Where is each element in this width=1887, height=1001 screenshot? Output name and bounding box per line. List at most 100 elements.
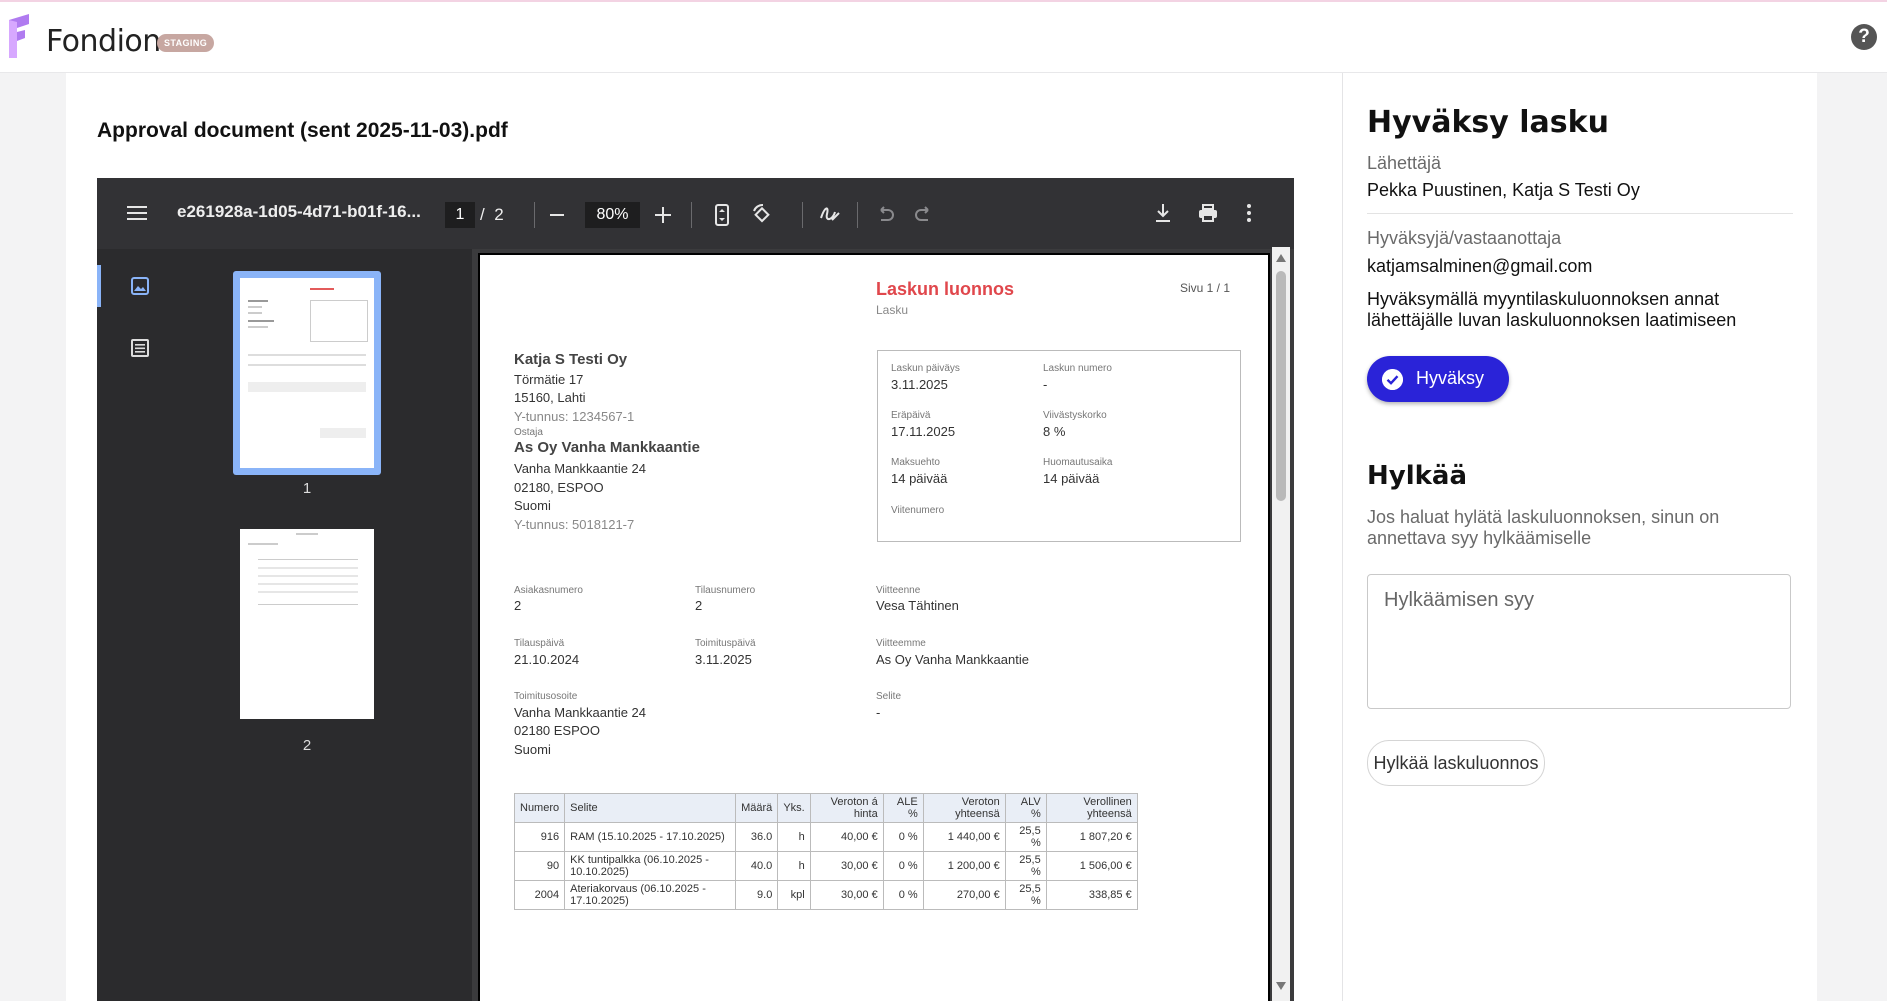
table-cell: 916 xyxy=(513,822,566,852)
column-header: ALE % xyxy=(882,793,924,823)
toolbar-divider xyxy=(857,202,858,228)
page-separator: / xyxy=(480,205,485,224)
invoice-heading: Laskun luonnos xyxy=(876,279,1015,299)
approve-button-label: Hyväksy xyxy=(1416,368,1485,388)
page-total: / 2 xyxy=(480,202,504,228)
customer-number: 2 xyxy=(514,598,522,613)
buyer-city: 02180, ESPOO xyxy=(514,480,604,495)
approval-description-line2: lähettäjälle luvan laskuluonnoksen laati… xyxy=(1367,310,1737,330)
zoom-in-icon[interactable] xyxy=(655,207,671,223)
table-row: 916 RAM (15.10.2025 - 17.10.2025) 36.0 h… xyxy=(513,822,1138,852)
help-icon[interactable]: ? xyxy=(1851,24,1877,50)
payment-terms-label: Maksuehto xyxy=(891,457,940,468)
table-cell: 30,00 € xyxy=(809,880,884,910)
page-number-input[interactable]: 1 xyxy=(445,202,475,228)
table-cell: 1 506,00 € xyxy=(1045,851,1138,881)
divider xyxy=(1367,213,1793,214)
table-cell: 0 % xyxy=(882,822,924,852)
our-reference: As Oy Vanha Mankkaantie xyxy=(876,652,1029,667)
outline-view-icon[interactable] xyxy=(130,338,150,358)
menu-icon[interactable] xyxy=(127,204,147,222)
delivery-country: Suomi xyxy=(514,742,551,757)
page-thumbnail-image xyxy=(240,278,374,468)
rotate-icon[interactable] xyxy=(751,203,773,225)
toolbar-divider xyxy=(534,202,535,228)
approver-label: Hyväksyjä/vastaanottaja xyxy=(1367,228,1562,248)
fondion-logo-icon xyxy=(9,14,29,58)
approve-button[interactable]: Hyväksy xyxy=(1367,356,1509,402)
invoice-page: Laskun luonnos Lasku Sivu 1 / 1 Katja S … xyxy=(478,253,1270,1001)
column-header: Selite xyxy=(564,793,737,823)
table-cell: 0 % xyxy=(882,880,924,910)
zoom-out-icon[interactable] xyxy=(550,207,566,223)
undo-icon[interactable] xyxy=(876,206,894,222)
thumbnail-label-1: 1 xyxy=(302,480,312,497)
column-header: Veroton yhteensä xyxy=(922,793,1006,823)
page-thumbnail-2[interactable] xyxy=(240,529,374,719)
pdf-toolbar: e261928a-1d05-4d71-b01f-16... 1 / 2 80% xyxy=(97,178,1294,249)
due-date-label: Eräpäivä xyxy=(891,410,931,421)
delivery-address-label: Toimitusosoite xyxy=(514,691,578,702)
check-circle-icon xyxy=(1382,369,1403,390)
seller-business-id: Y-tunnus: 1234567-1 xyxy=(514,409,635,424)
column-header: Määrä xyxy=(735,793,779,823)
note-value: - xyxy=(876,705,881,720)
scroll-up-icon[interactable] xyxy=(1275,253,1287,263)
pdf-filename: e261928a-1d05-4d71-b01f-16... xyxy=(177,202,421,221)
order-date-label: Tilauspäivä xyxy=(514,638,565,649)
table-cell: kpl xyxy=(777,880,811,910)
invoice-date-label: Laskun päiväys xyxy=(891,363,960,374)
download-icon[interactable] xyxy=(1154,203,1172,223)
environment-badge: STAGING xyxy=(157,34,215,52)
toolbar-divider xyxy=(691,202,692,228)
document-title: Approval document (sent 2025-11-03).pdf xyxy=(97,119,508,142)
fit-page-icon[interactable] xyxy=(714,204,730,226)
table-cell: KK tuntipalkka (06.10.2025 - 10.10.2025) xyxy=(564,851,737,881)
delivery-street: Vanha Mankkaantie 24 xyxy=(514,705,647,720)
thumbnail-label-2: 2 xyxy=(302,737,312,754)
column-header: Verollinen yhteensä xyxy=(1045,793,1138,823)
reject-title: Hylkää xyxy=(1367,461,1468,491)
table-cell: 1 200,00 € xyxy=(922,851,1006,881)
buyer-name: As Oy Vanha Mankkaantie xyxy=(514,439,700,456)
annotate-icon[interactable] xyxy=(819,204,841,224)
reject-reason-field xyxy=(1367,574,1791,709)
table-cell: 1 807,20 € xyxy=(1045,822,1138,852)
delivery-city: 02180 ESPOO xyxy=(514,723,600,738)
buyer-country: Suomi xyxy=(514,498,551,513)
more-options-icon[interactable] xyxy=(1246,203,1252,223)
invoice-items-table: Numero Selite Määrä Yks. Veroton á hinta… xyxy=(513,793,1138,910)
invoice-subheading: Lasku xyxy=(876,303,909,317)
print-icon[interactable] xyxy=(1198,204,1218,222)
table-cell: 25,5 % xyxy=(1004,851,1047,881)
sender-label: Lähettäjä xyxy=(1367,153,1442,173)
column-header: Yks. xyxy=(777,793,811,823)
redo-icon[interactable] xyxy=(915,206,933,222)
invoice-info-box: Laskun päiväys 3.11.2025 Laskun numero -… xyxy=(877,350,1241,542)
brand-name: Fondion xyxy=(46,24,161,59)
table-cell: 40,00 € xyxy=(809,822,884,852)
customer-number-label: Asiakasnumero xyxy=(514,585,583,596)
table-cell: 1 440,00 € xyxy=(922,822,1006,852)
our-reference-label: Viitteemme xyxy=(876,638,926,649)
reject-reason-input[interactable] xyxy=(1368,575,1790,708)
pdf-scrollbar[interactable] xyxy=(1272,247,1290,1001)
due-date: 17.11.2025 xyxy=(891,424,956,439)
page-info: Sivu 1 / 1 xyxy=(1180,281,1231,295)
approval-panel: Hyväksy lasku Lähettäjä Pekka Puustinen,… xyxy=(1342,73,1817,1001)
thumbnail-view-icon[interactable] xyxy=(130,276,150,296)
page-thumbnail-1[interactable] xyxy=(233,271,381,475)
seller-street: Törmätie 17 xyxy=(514,372,584,387)
sender-value: Pekka Puustinen, Katja S Testi Oy xyxy=(1367,180,1640,200)
buyer-label: Ostaja xyxy=(514,427,543,438)
reject-draft-button[interactable]: Hylkää laskuluonnos xyxy=(1367,740,1545,786)
zoom-level-input[interactable]: 80% xyxy=(585,202,640,228)
table-cell: RAM (15.10.2025 - 17.10.2025) xyxy=(564,822,737,852)
notice-period: 14 päivää xyxy=(1043,471,1100,486)
table-row: 90 KK tuntipalkka (06.10.2025 - 10.10.20… xyxy=(513,851,1138,881)
table-cell: 0 % xyxy=(882,851,924,881)
invoice-date: 3.11.2025 xyxy=(891,377,948,392)
buyer-street: Vanha Mankkaantie 24 xyxy=(514,461,647,476)
scroll-down-icon[interactable] xyxy=(1275,981,1287,991)
pdf-scroll-thumb[interactable] xyxy=(1276,271,1286,501)
